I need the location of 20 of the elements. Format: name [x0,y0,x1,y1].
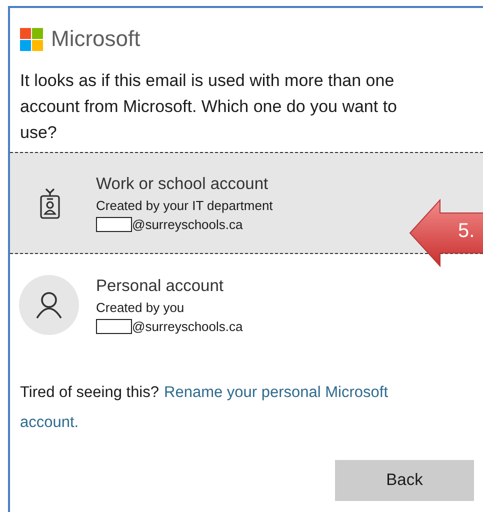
back-button[interactable]: Back [335,460,474,501]
redaction-box [96,318,132,334]
account-email: @surreyschools.ca [132,216,243,232]
redaction-box [96,216,132,232]
account-title: Personal account [96,276,224,296]
brand-name: Microsoft [51,26,140,52]
prompt-text: It looks as if this email is used with more than one account from Microsoft. Which one do you want to use? [20,70,398,144]
account-subtitle: Created by your IT department [96,198,273,212]
person-icon [36,291,62,319]
rename-account-link[interactable]: account. [20,408,79,438]
account-email: @surreyschools.ca [132,318,243,334]
callout-arrow-icon [408,198,483,268]
footer-text: Tired of seeing this? [20,383,160,403]
account-subtitle: Created by you [96,300,186,314]
account-title: Work or school account [96,174,270,194]
rename-account-link[interactable]: Rename your personal Microsoft [164,378,388,408]
id-badge-icon [39,187,61,219]
callout-label: 5. [458,220,475,243]
account-option[interactable]: Personal account Created by you @surreyschools.ca [10,254,483,356]
windows-logo-icon [20,28,43,50]
